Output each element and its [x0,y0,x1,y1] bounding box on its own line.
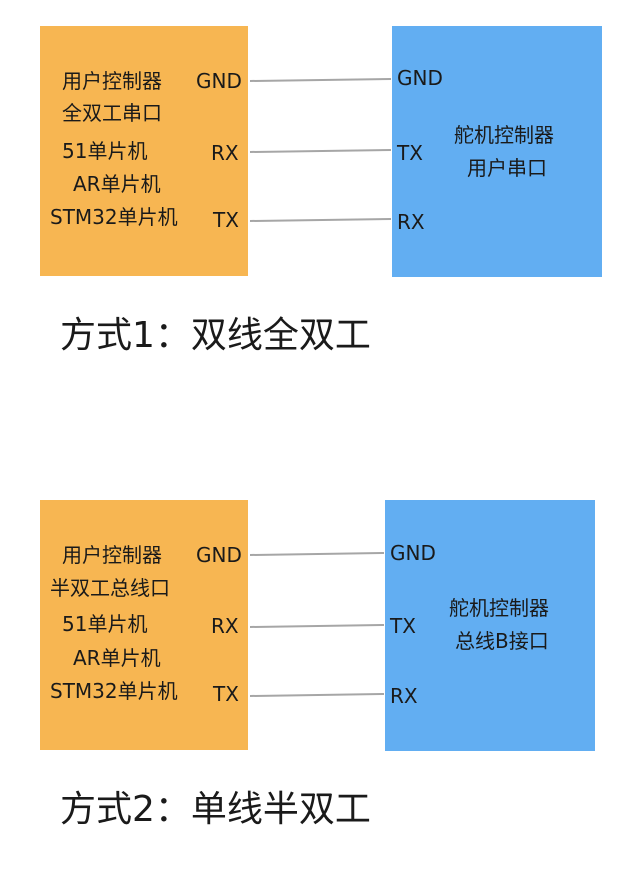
user-line-2-3: 51单片机 [62,612,148,636]
servo-line-2-1: 舵机控制器 [449,596,549,620]
caption-2: 方式2：单线半双工 [60,789,371,830]
tx-rx-wire-2 [249,693,385,697]
servo-line-2-2: 总线B接口 [455,629,549,653]
wires-diagram-2 [249,552,385,697]
user-pin-rx-2: RX [211,614,239,638]
user-line-2-4: AR单片机 [73,646,161,670]
user-line-2-5: STM32单片机 [50,679,178,703]
user-line-2-2: 半双工总线口 [50,576,170,600]
servo-pin-tx-2: TX [390,614,416,638]
servo-pin-rx-2: RX [390,684,418,708]
user-line-2-1: 用户控制器 [62,543,162,567]
user-pin-tx-2: TX [213,682,239,706]
gnd-wire-2 [249,552,385,556]
user-pin-gnd-2: GND [196,543,242,567]
rx-tx-wire-2 [249,624,385,628]
servo-pin-gnd-2: GND [390,541,436,565]
